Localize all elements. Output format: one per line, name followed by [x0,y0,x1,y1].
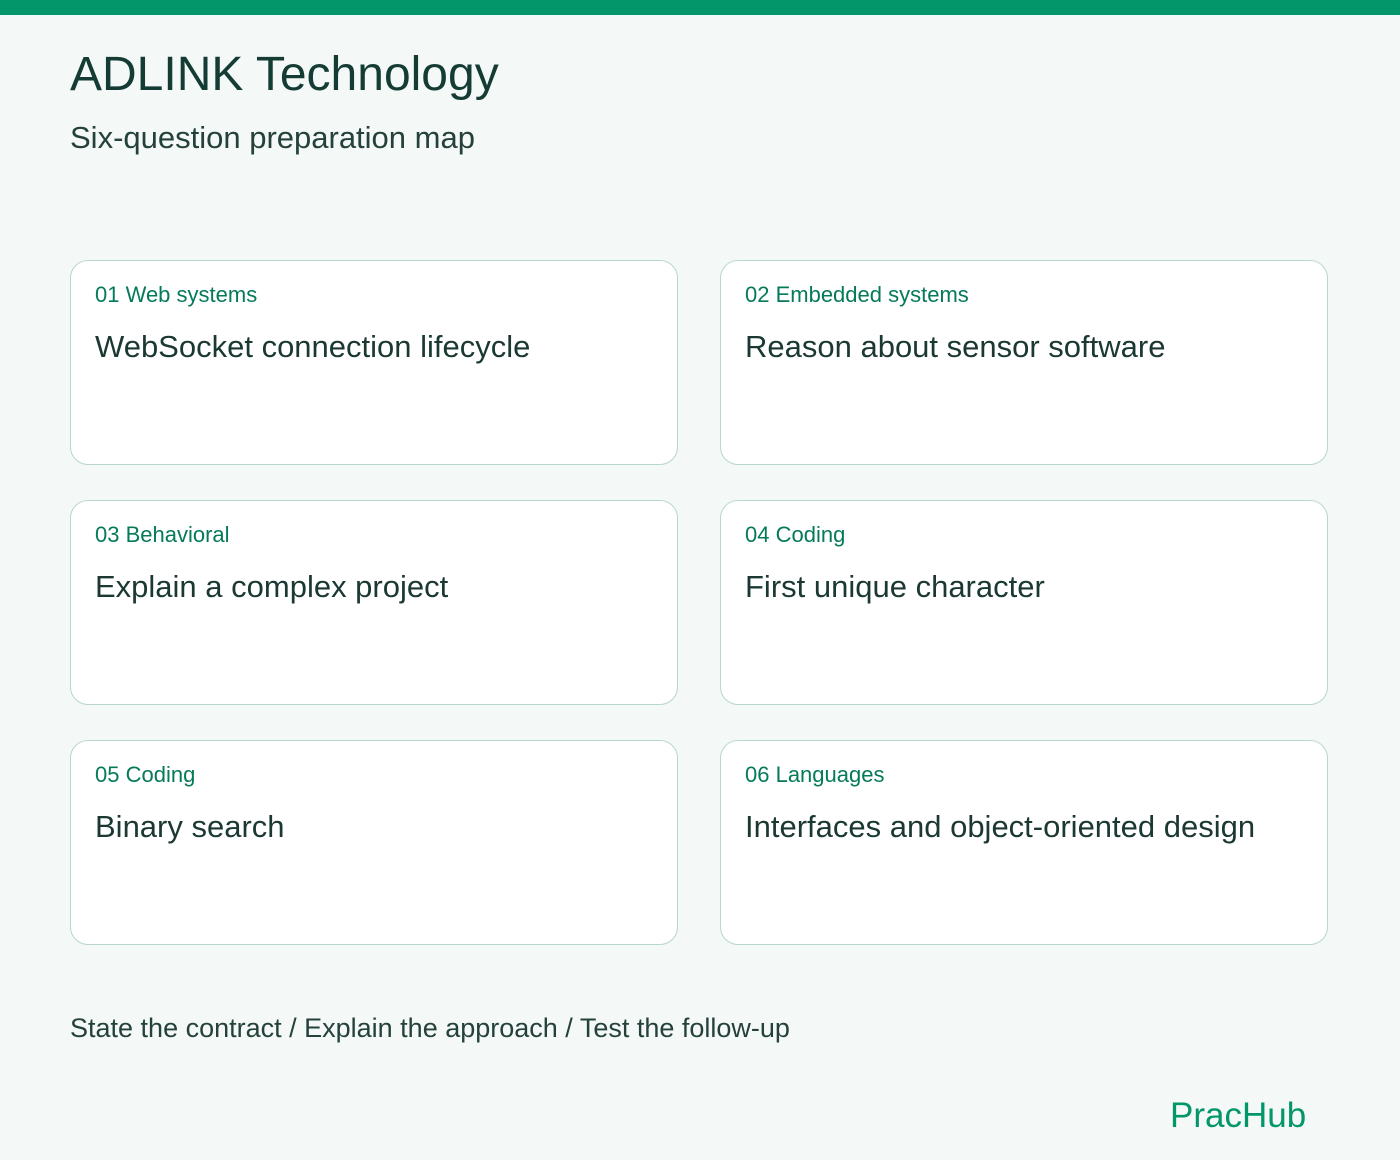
method-steps: State the contract / Explain the approac… [70,1013,790,1043]
question-card-title: First unique character [745,569,1045,604]
question-card-title: Interfaces and object-oriented design [745,809,1256,844]
question-card-label: 04 Coding [745,522,846,547]
question-card-label: 05 Coding [95,762,196,787]
question-card-title: WebSocket connection lifecycle [95,329,531,364]
top-accent-bar [0,0,1400,15]
page-title: ADLINK Technology [70,48,499,101]
question-card[interactable]: 06 Languages Interfaces and object-orien… [720,740,1328,945]
question-card[interactable]: 03 Behavioral Explain a complex project [70,500,678,705]
question-card-label: 01 Web systems [95,282,258,307]
question-card-title: Explain a complex project [95,569,449,604]
page-subtitle: Six-question preparation map [70,120,475,155]
question-card-title: Binary search [95,809,285,844]
question-card[interactable]: 04 Coding First unique character [720,500,1328,705]
brand-logo: PracHub [1170,1096,1307,1135]
question-card-label: 06 Languages [745,762,885,787]
question-card-label: 03 Behavioral [95,522,230,547]
question-card-title: Reason about sensor software [745,329,1166,364]
question-card-label: 02 Embedded systems [745,282,969,307]
question-card[interactable]: 01 Web systems WebSocket connection life… [70,260,678,465]
question-card[interactable]: 02 Embedded systems Reason about sensor … [720,260,1328,465]
question-card[interactable]: 05 Coding Binary search [70,740,678,945]
